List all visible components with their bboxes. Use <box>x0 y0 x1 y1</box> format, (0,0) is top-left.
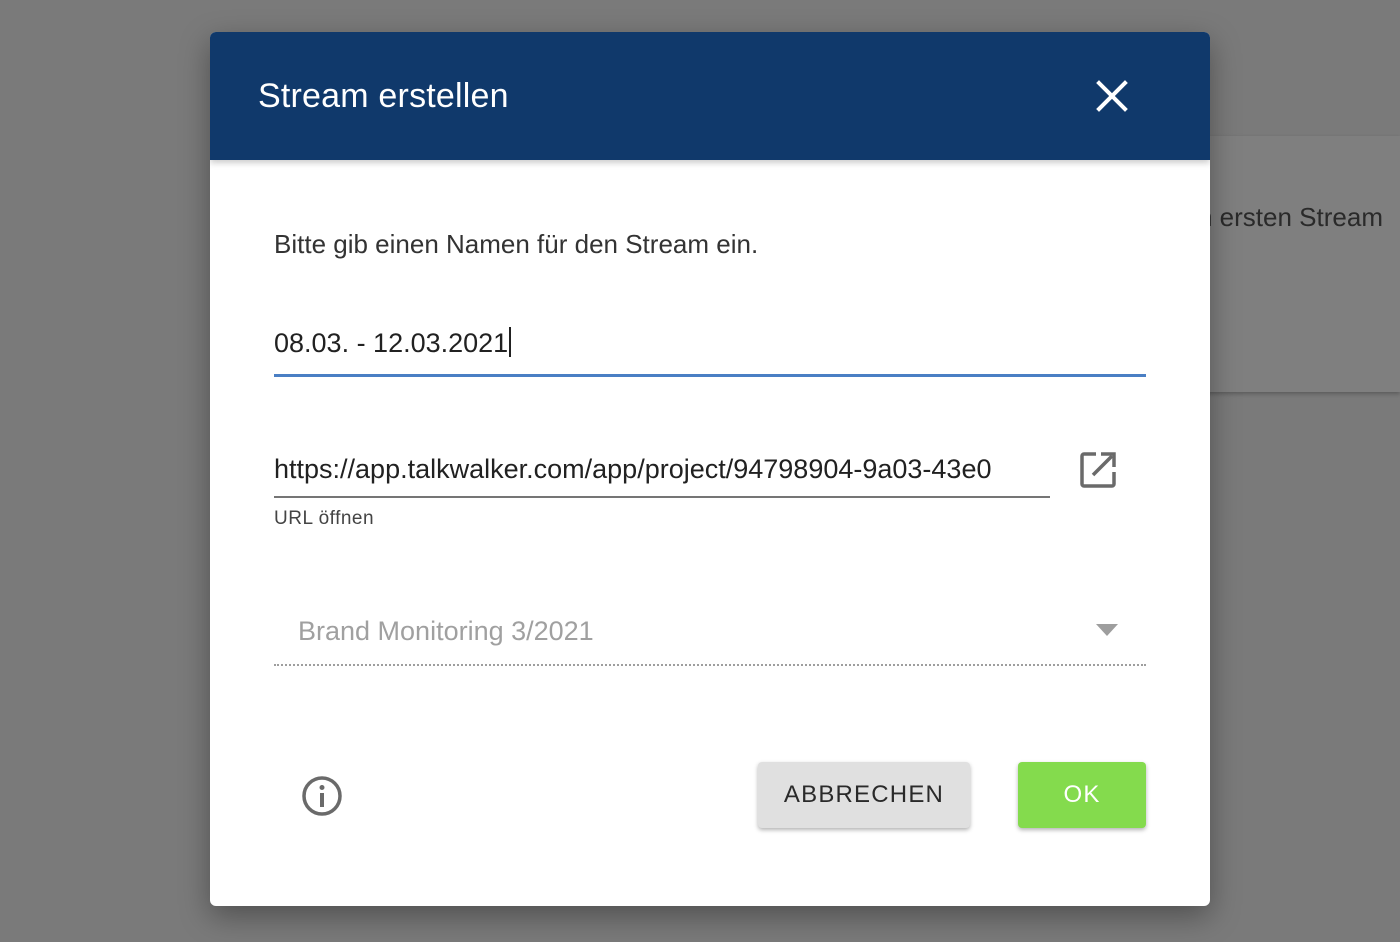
text-caret <box>509 327 512 357</box>
dialog-header: Stream erstellen <box>210 32 1210 160</box>
url-helper-text: URL öffnen <box>274 508 375 529</box>
stream-name-value: 08.03. - 12.03.2021 <box>274 326 512 360</box>
background-card-text: n ersten Stream <box>1198 202 1383 232</box>
url-input[interactable]: https://app.talkwalker.com/app/project/9… <box>274 448 1050 498</box>
dialog-prompt: Bitte gib einen Namen für den Stream ein… <box>274 229 759 259</box>
cancel-button[interactable]: ABBRECHEN <box>758 762 970 828</box>
close-icon <box>1096 80 1128 112</box>
open-in-new-icon <box>1080 452 1116 488</box>
project-select-value: Brand Monitoring 3/2021 <box>298 616 594 646</box>
stream-name-input[interactable]: 08.03. - 12.03.2021 <box>274 320 1146 377</box>
dialog-title: Stream erstellen <box>258 77 509 115</box>
dropdown-arrow-icon <box>1096 624 1118 636</box>
open-url-button[interactable] <box>1076 448 1120 492</box>
info-icon <box>302 776 342 816</box>
info-button[interactable] <box>300 774 344 818</box>
ok-button[interactable]: OK <box>1018 762 1146 828</box>
url-value: https://app.talkwalker.com/app/project/9… <box>274 454 992 484</box>
close-button[interactable] <box>1090 74 1134 118</box>
create-stream-dialog: Stream erstellen Bitte gib einen Namen f… <box>210 32 1210 906</box>
project-select[interactable]: Brand Monitoring 3/2021 <box>274 608 1146 666</box>
